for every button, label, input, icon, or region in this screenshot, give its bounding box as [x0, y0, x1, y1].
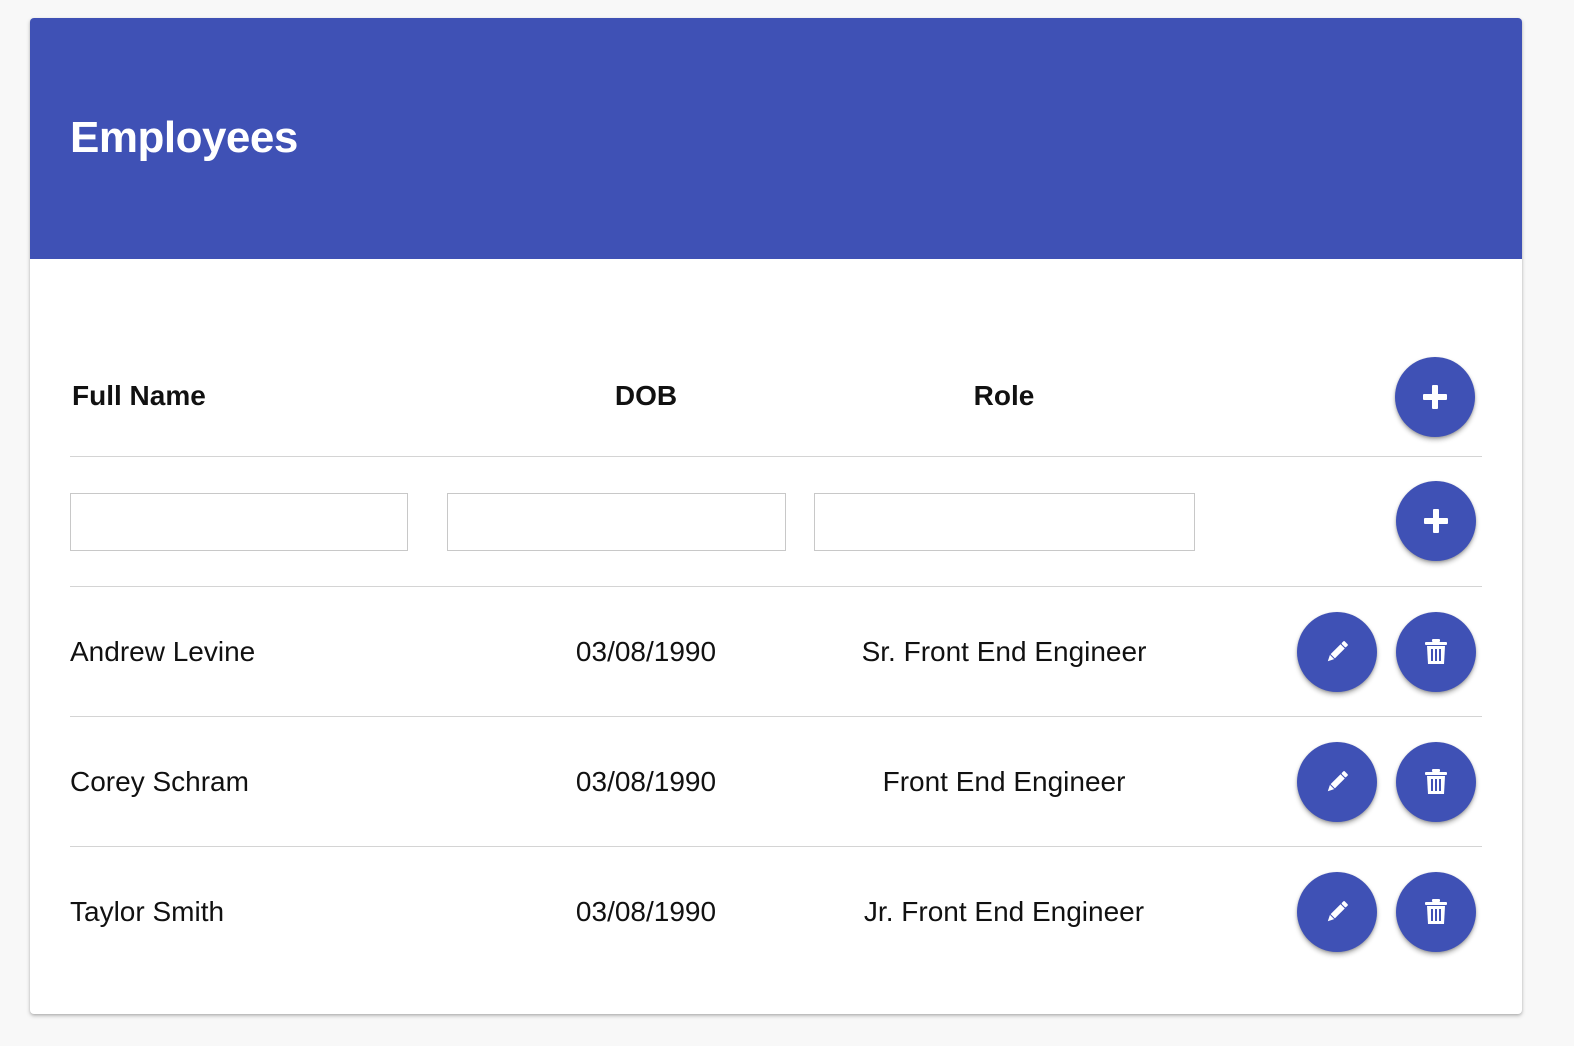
dob-cell: 03/08/1990: [575, 636, 717, 667]
save-new-employee-button[interactable]: [1396, 481, 1476, 561]
card-header: Employees: [30, 18, 1522, 259]
plus-icon: [1424, 509, 1448, 533]
role-cell: Jr. Front End Engineer: [863, 896, 1145, 927]
trash-icon: [1425, 639, 1447, 664]
dob-input[interactable]: [447, 493, 786, 551]
table-row: Andrew Levine 03/08/1990 Sr. Front End E…: [70, 587, 1482, 717]
dob-cell: 03/08/1990: [575, 766, 717, 797]
pencil-icon: [1327, 641, 1348, 662]
full-name-cell: Taylor Smith: [70, 896, 225, 927]
role-cell: Sr. Front End Engineer: [861, 636, 1147, 667]
column-header-dob: DOB: [614, 380, 678, 411]
edit-button[interactable]: [1297, 612, 1377, 692]
pencil-icon: [1327, 901, 1348, 922]
table-row: Corey Schram 03/08/1990 Front End Engine…: [70, 717, 1482, 847]
delete-button[interactable]: [1396, 872, 1476, 952]
trash-icon: [1425, 769, 1447, 794]
pencil-icon: [1327, 771, 1348, 792]
full-name-cell: Corey Schram: [70, 766, 249, 797]
column-header-full-name: Full Name: [72, 380, 206, 411]
full-name-cell: Andrew Levine: [70, 636, 256, 667]
delete-button[interactable]: [1396, 742, 1476, 822]
trash-icon: [1425, 899, 1447, 924]
full-name-input[interactable]: [70, 493, 408, 551]
column-header-role: Role: [973, 380, 1035, 411]
new-employee-row: [70, 457, 1482, 587]
add-employee-button[interactable]: [1395, 357, 1475, 437]
delete-button[interactable]: [1396, 612, 1476, 692]
page-title: Employees: [70, 113, 298, 162]
edit-button[interactable]: [1297, 742, 1377, 822]
dob-cell: 03/08/1990: [575, 896, 717, 927]
role-input[interactable]: [814, 493, 1195, 551]
plus-icon: [1423, 385, 1447, 409]
table-header-row: Full Name DOB Role: [70, 259, 1482, 457]
role-cell: Front End Engineer: [882, 766, 1126, 797]
employees-table: Full Name DOB Role Andrew Levine 03/08/1…: [70, 259, 1482, 977]
employees-card: Employees Full Name DOB Role Andrew Levi…: [30, 18, 1522, 1014]
table-row: Taylor Smith 03/08/1990 Jr. Front End En…: [70, 847, 1482, 977]
edit-button[interactable]: [1297, 872, 1377, 952]
